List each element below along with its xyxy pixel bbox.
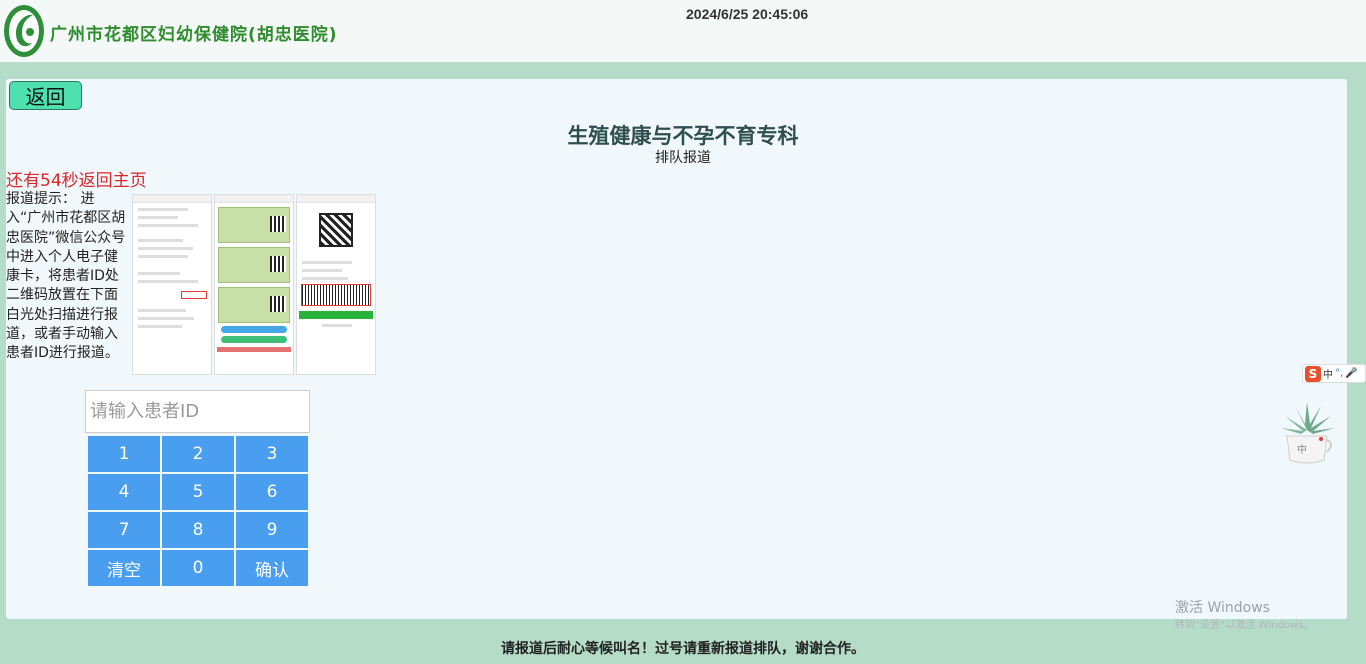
guide-screenshot-qrcode [296,194,376,375]
key-5[interactable]: 5 [162,474,234,510]
activation-watermark-title: 激活 Windows [1175,600,1270,616]
key-4[interactable]: 4 [88,474,160,510]
microphone-icon[interactable]: 🎤 [1345,368,1357,379]
key-8[interactable]: 8 [162,512,234,548]
potted-plant-widget[interactable]: 中 [1277,400,1337,466]
plant-label: 中 [1297,445,1307,456]
key-2[interactable]: 2 [162,436,234,472]
punctuation-icon[interactable]: °, [1335,368,1343,379]
page-subtitle: 排队报道 [655,150,711,166]
countdown-text: 还有54秒返回主页 [6,171,147,191]
plant-icon [1281,402,1335,464]
ime-toolbar[interactable]: S 中 °, 🎤 [1302,364,1366,383]
key-7[interactable]: 7 [88,512,160,548]
sogou-logo-icon: S [1305,365,1321,382]
department-title: 生殖健康与不孕不育专科 [567,124,799,148]
clear-button[interactable]: 清空 [88,550,160,586]
patient-id-input[interactable] [85,390,310,433]
guide-screenshot-profile [132,194,212,375]
guide-screenshot-cards [214,194,294,375]
key-6[interactable]: 6 [236,474,308,510]
back-button[interactable]: 返回 [9,81,82,110]
key-1[interactable]: 1 [88,436,160,472]
ime-mode-label[interactable]: 中 [1323,366,1333,381]
confirm-button[interactable]: 确认 [236,550,308,586]
numeric-keypad: 1 2 3 4 5 6 7 8 9 清空 0 确认 [88,436,310,586]
header-bar: 广州市花都区妇幼保健院(胡忠医院) 2024/6/25 20:45:06 [0,0,1366,62]
hospital-name: 广州市花都区妇幼保健院(胡忠医院) [50,25,338,45]
activation-watermark-subtitle: 转到“设置”以激活 Windows。 [1175,620,1314,631]
key-0[interactable]: 0 [162,550,234,586]
footer-notice: 请报道后耐心等候叫名！过号请重新报道排队，谢谢合作。 [501,641,865,657]
report-tip-text: 报道提示： 进入“广州市花都区胡忠医院”微信公众号中进入个人电子健康卡，将患者I… [6,191,126,362]
hospital-logo-icon [4,5,44,57]
current-datetime: 2024/6/25 20:45:06 [686,6,809,22]
key-3[interactable]: 3 [236,436,308,472]
key-9[interactable]: 9 [236,512,308,548]
